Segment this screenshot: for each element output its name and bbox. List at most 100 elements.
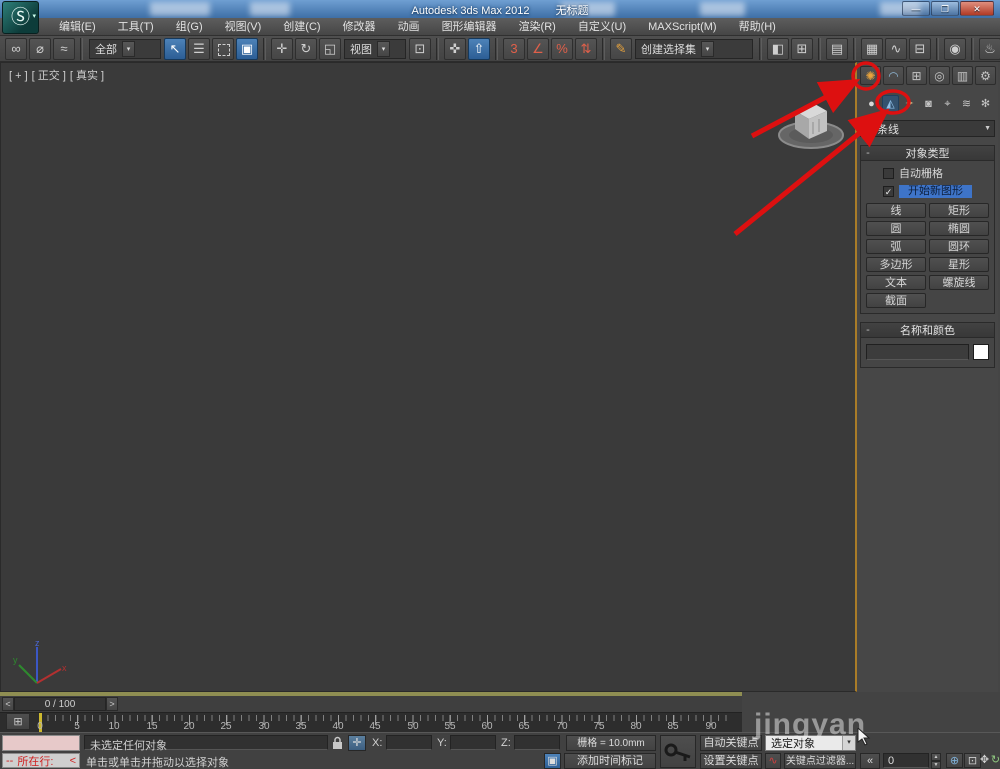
align-icon[interactable]: ⊞: [791, 37, 813, 60]
line-button[interactable]: 线: [866, 203, 926, 218]
reference-coordinate-dropdown[interactable]: 视图 ▾: [344, 38, 406, 59]
star-button[interactable]: 星形: [929, 257, 989, 272]
time-slider-handle[interactable]: 0 / 100: [14, 697, 106, 711]
selection-lock-icon[interactable]: [331, 736, 344, 750]
select-and-rotate-icon[interactable]: ↻: [295, 37, 317, 60]
maxscript-mini-listener[interactable]: [2, 735, 80, 751]
menu-graph-editors[interactable]: 图形编辑器: [431, 18, 508, 36]
zoom-extents-icon[interactable]: ⊕: [946, 753, 963, 768]
menu-edit[interactable]: 编辑(E): [48, 18, 107, 36]
snap-toggle-3d-icon[interactable]: 3: [503, 37, 525, 60]
start-new-shape-label[interactable]: 开始新图形: [899, 185, 972, 198]
select-and-link-icon[interactable]: ∞: [5, 37, 27, 60]
go-to-start-button[interactable]: «: [860, 753, 880, 769]
autogrid-checkbox[interactable]: [883, 167, 894, 179]
frame-spinner[interactable]: ▲ ▼: [931, 753, 941, 769]
named-selection-sets-dropdown[interactable]: 创建选择集 ▾: [635, 38, 753, 59]
ellipse-button[interactable]: 椭圆: [929, 221, 989, 236]
menu-modifiers[interactable]: 修改器: [332, 18, 387, 36]
mini-curve-editor-icon[interactable]: ⊞: [6, 713, 30, 730]
window-crossing-icon[interactable]: ▣: [236, 37, 258, 60]
display-tab-icon[interactable]: ▥: [952, 66, 973, 85]
shape-category-dropdown[interactable]: 样条线 ▼: [860, 120, 995, 137]
spinner-up-icon[interactable]: ▲: [931, 753, 941, 761]
object-color-swatch[interactable]: [973, 344, 989, 360]
lights-subtab-icon[interactable]: ✦: [901, 95, 918, 112]
menu-help[interactable]: 帮助(H): [728, 18, 787, 36]
absolute-mode-transform-icon[interactable]: ✛: [348, 735, 366, 751]
viewcube[interactable]: [773, 89, 849, 159]
maximize-button[interactable]: ❐: [931, 1, 959, 16]
new-key-curve-icon[interactable]: ∿: [765, 753, 781, 769]
minimize-button[interactable]: —: [902, 1, 930, 16]
menu-customize[interactable]: 自定义(U): [567, 18, 637, 36]
select-by-name-icon[interactable]: ☰: [188, 37, 210, 60]
z-coordinate-field[interactable]: [514, 735, 560, 750]
utilities-tab-icon[interactable]: ⚙: [975, 66, 996, 85]
arc-button[interactable]: 弧: [866, 239, 926, 254]
current-frame-field[interactable]: 0: [883, 753, 929, 768]
menu-group[interactable]: 组(G): [165, 18, 214, 36]
layer-manager-icon[interactable]: ▤: [826, 37, 848, 60]
bind-to-space-warp-icon[interactable]: ≈: [53, 37, 75, 60]
create-tab-icon[interactable]: ✺: [860, 66, 881, 85]
application-menu-button[interactable]: Ⓢ ▾: [2, 1, 39, 34]
edit-named-selection-sets-icon[interactable]: ✎: [610, 37, 632, 60]
menu-rendering[interactable]: 渲染(R): [508, 18, 567, 36]
set-key-button[interactable]: 设置关键点: [700, 753, 762, 769]
schematic-view-icon[interactable]: ⊟: [909, 37, 931, 60]
text-button[interactable]: 文本: [866, 275, 926, 290]
x-coordinate-field[interactable]: [386, 735, 432, 750]
menu-tools[interactable]: 工具(T): [107, 18, 165, 36]
percent-snap-toggle-icon[interactable]: %: [551, 37, 573, 60]
menu-animation[interactable]: 动画: [387, 18, 431, 36]
orbit-icon[interactable]: ↻: [987, 753, 1000, 768]
select-and-move-icon[interactable]: ✛: [271, 37, 293, 60]
object-name-input[interactable]: [866, 344, 969, 360]
spinner-down-icon[interactable]: ▼: [931, 761, 941, 769]
unlink-selection-icon[interactable]: ⌀: [29, 37, 51, 60]
auto-key-button[interactable]: 自动关键点: [700, 735, 762, 751]
helix-button[interactable]: 螺旋线: [929, 275, 989, 290]
track-bar[interactable]: 0 5 10 15 20 25 30 35 40 45 50 55 60 65 …: [0, 712, 742, 732]
graphite-ribbon-icon[interactable]: ▦: [861, 37, 883, 60]
previous-frame-button[interactable]: <: [2, 697, 14, 711]
time-tag-icon[interactable]: ▣: [544, 753, 561, 769]
menu-views[interactable]: 视图(V): [214, 18, 273, 36]
menu-maxscript[interactable]: MAXScript(M): [637, 18, 727, 36]
motion-tab-icon[interactable]: ◎: [929, 66, 950, 85]
curve-editor-icon[interactable]: ∿: [885, 37, 907, 60]
systems-subtab-icon[interactable]: ✻: [977, 95, 994, 112]
use-pivot-point-center-icon[interactable]: ⊡: [409, 37, 431, 60]
helpers-subtab-icon[interactable]: ⌖: [939, 95, 956, 112]
geometry-subtab-icon[interactable]: ●: [863, 95, 880, 112]
donut-button[interactable]: 圆环: [929, 239, 989, 254]
add-time-tag-button[interactable]: 添加时间标记: [564, 753, 656, 769]
next-frame-button[interactable]: >: [106, 697, 118, 711]
render-setup-icon[interactable]: ♨: [979, 37, 1000, 60]
viewport-canvas[interactable]: [ + ][ 正交 ][ 真实 ] z y x: [0, 62, 857, 692]
circle-button[interactable]: 圆: [866, 221, 926, 236]
hierarchy-tab-icon[interactable]: ⊞: [906, 66, 927, 85]
object-type-rollout-header[interactable]: - 对象类型: [861, 146, 994, 161]
angle-snap-toggle-icon[interactable]: ∠: [527, 37, 549, 60]
modify-tab-icon[interactable]: ◠: [883, 66, 904, 85]
set-keys-button[interactable]: [660, 735, 696, 768]
polygon-button[interactable]: 多边形: [866, 257, 926, 272]
rectangle-button[interactable]: 矩形: [929, 203, 989, 218]
maxscript-listener-white-line[interactable]: -- 所在行: <: [2, 753, 80, 768]
keyboard-shortcut-override-icon[interactable]: ⇧: [468, 37, 490, 60]
space-warps-subtab-icon[interactable]: ≋: [958, 95, 975, 112]
cameras-subtab-icon[interactable]: ◙: [920, 95, 937, 112]
start-new-shape-checkbox[interactable]: ✓: [883, 186, 894, 197]
material-editor-icon[interactable]: ◉: [944, 37, 966, 60]
select-object-icon[interactable]: ↖: [164, 37, 186, 60]
viewport-label[interactable]: [ + ][ 正交 ][ 真实 ]: [9, 67, 108, 83]
rectangular-selection-region-icon[interactable]: [212, 37, 234, 60]
key-filters-button[interactable]: 关键点过滤器...: [784, 753, 856, 769]
spinner-snap-toggle-icon[interactable]: ⇅: [575, 37, 597, 60]
select-and-manipulate-icon[interactable]: ✜: [444, 37, 466, 60]
section-button[interactable]: 截面: [866, 293, 926, 308]
y-coordinate-field[interactable]: [450, 735, 496, 750]
selection-filter-dropdown[interactable]: 全部 ▾: [89, 38, 161, 59]
